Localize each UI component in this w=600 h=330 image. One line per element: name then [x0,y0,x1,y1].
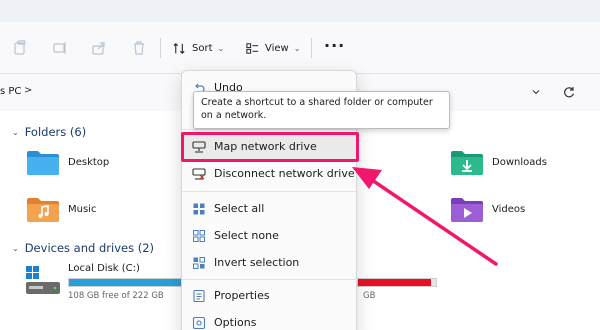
folder-label: Downloads [492,156,547,168]
map-drive-tooltip: Create a shortcut to a shared folder or … [193,91,450,129]
view-label: View [265,42,289,54]
menu-item-label: Select all [214,202,265,215]
drive-d-usage-bar [357,278,437,287]
title-bar [0,0,600,22]
breadcrumb-chevron-icon[interactable]: > [24,85,32,96]
refresh-icon[interactable] [562,85,576,99]
menu-item-label: Select none [214,229,279,242]
drive-c-free-text: 108 GB free of 222 GB [68,291,164,301]
options-icon [192,316,206,330]
drive-d-usage-fill [358,279,431,286]
folder-downloads[interactable]: Downloads [450,148,547,176]
delete-icon[interactable] [131,40,147,56]
menu-item-options[interactable]: Options [182,310,358,330]
menu-item-properties[interactable]: Properties [182,283,358,309]
highlight-box [181,132,359,162]
sort-icon [173,42,185,54]
folders-section-header[interactable]: ⌄ Folders (6) [12,125,86,139]
chevron-down-icon: ⌄ [293,43,301,53]
menu-item-label: Options [214,316,257,329]
menu-item-disconnect-network-drive[interactable]: Disconnect network drive [182,161,358,187]
folder-desktop[interactable]: Desktop [26,148,109,176]
folder-label: Desktop [68,156,110,168]
menu-item-label: Invert selection [214,256,300,269]
menu-divider [182,191,358,192]
devices-section-label: Devices and drives (2) [24,241,155,255]
menu-item-invert-selection[interactable]: Invert selection [182,250,358,276]
share-icon[interactable] [91,40,107,56]
downloads-folder-icon [450,148,484,176]
copy-icon[interactable] [12,40,28,56]
sort-button[interactable]: Sort ⌄ [172,39,224,57]
select-all-icon [192,202,206,216]
more-options-button[interactable]: ··· [324,36,345,55]
folders-section-label: Folders (6) [24,125,87,139]
folder-music[interactable]: Music [26,195,96,223]
menu-divider [182,279,358,280]
menu-divider [182,129,358,130]
menu-item-select-none[interactable]: Select none [182,223,358,249]
toolbar-divider [160,38,161,58]
local-disk-icon [24,264,62,298]
sort-label: Sort [192,42,213,54]
folder-videos[interactable]: Videos [450,195,525,223]
desktop-folder-icon [26,148,60,176]
view-button[interactable]: View ⌄ [245,39,300,57]
drive-c-usage-fill [69,279,185,286]
folder-label: Music [68,203,97,215]
invert-selection-icon [192,256,206,270]
chevron-down-icon[interactable] [531,87,541,97]
drive-d-free-text: GB [363,291,376,301]
breadcrumb[interactable]: s PC [0,86,21,97]
toolbar-divider [311,38,312,58]
chevron-down-icon[interactable]: ⌄ [12,128,19,137]
menu-item-label: Properties [214,289,270,302]
properties-icon [192,289,206,303]
menu-item-select-all[interactable]: Select all [182,196,358,222]
devices-section-header[interactable]: ⌄ Devices and drives (2) [12,241,154,255]
drive-c-label[interactable]: Local Disk (C:) [68,263,140,274]
view-icon [246,42,259,54]
select-none-icon [192,229,206,243]
chevron-down-icon[interactable]: ⌄ [12,244,19,253]
music-folder-icon [26,195,60,223]
menu-item-label: Disconnect network drive [214,167,355,180]
folder-label: Videos [492,203,526,215]
rename-icon[interactable] [52,40,68,56]
command-bar: Sort ⌄ View ⌄ ··· [0,22,600,74]
disconnect-network-drive-icon [192,167,206,181]
chevron-down-icon: ⌄ [217,43,225,53]
videos-folder-icon [450,195,484,223]
